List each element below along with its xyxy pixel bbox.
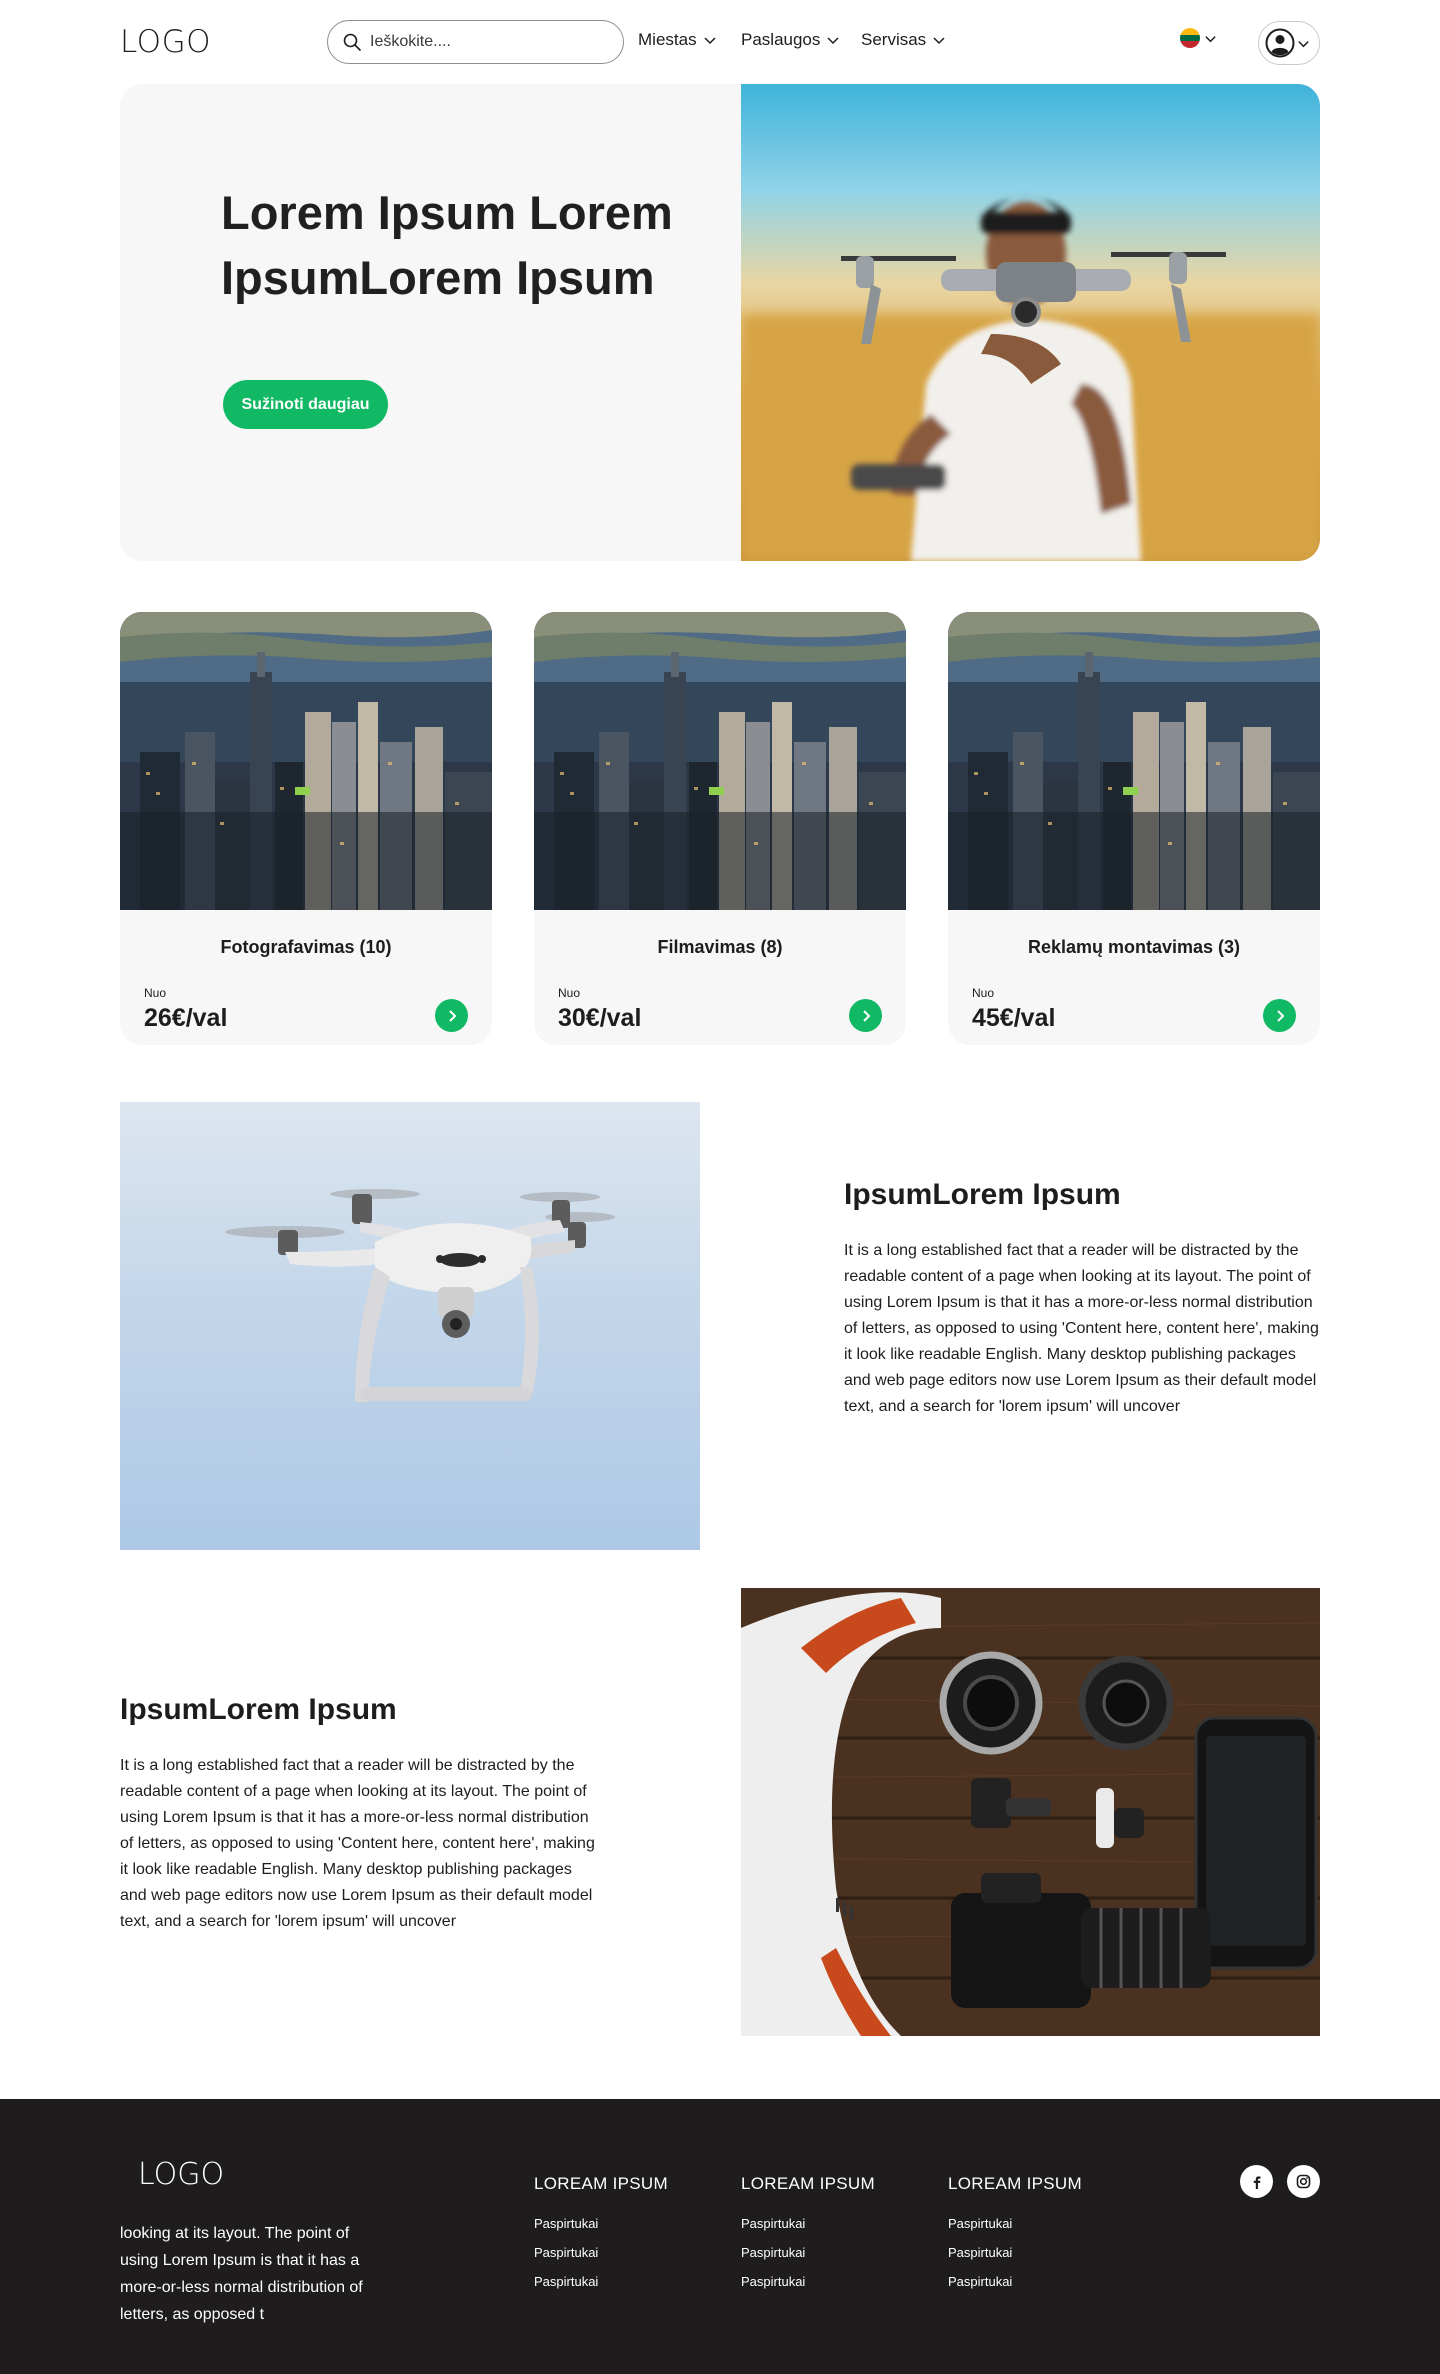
footer-column-title: LOREAM IPSUM — [741, 2174, 875, 2193]
footer-link[interactable]: Paspirtukai — [948, 2274, 1082, 2289]
chevron-right-icon — [862, 1009, 870, 1022]
service-card-ad-editing[interactable]: Reklamų montavimas (3) Nuo 45€/val — [948, 612, 1320, 1045]
hero-title: Lorem Ipsum Lorem IpsumLorem Ipsum — [221, 186, 673, 304]
card-image-city — [120, 612, 492, 910]
facebook-icon — [1253, 2175, 1260, 2189]
chevron-down-icon — [704, 37, 716, 45]
footer-logo[interactable]: LOGO — [138, 2157, 224, 2192]
feature-image-camera-gear — [741, 1588, 1320, 2036]
user-menu-button[interactable] — [1258, 21, 1320, 65]
nav-label: Servisas — [861, 30, 927, 49]
footer-column: LOREAM IPSUM Paspirtukai Paspirtukai Pas… — [534, 2174, 668, 2303]
footer-column-title: LOREAM IPSUM — [948, 2174, 1082, 2193]
search-input[interactable] — [370, 33, 610, 51]
card-title: Fotografavimas (10) — [220, 937, 392, 957]
feature-image-white-drone — [120, 1102, 700, 1550]
site-footer: LOGO looking at its layout. The point of… — [0, 2099, 1440, 2374]
learn-more-button[interactable]: Sužinoti daugiau — [223, 380, 388, 429]
service-card-filming[interactable]: Filmavimas (8) Nuo 30€/val — [534, 612, 906, 1045]
footer-column: LOREAM IPSUM Paspirtukai Paspirtukai Pas… — [948, 2174, 1082, 2303]
search-box[interactable] — [327, 20, 624, 64]
footer-link[interactable]: Paspirtukai — [948, 2245, 1082, 2260]
card-price-prefix: Nuo — [558, 986, 581, 1000]
footer-description: looking at its layout. The point of usin… — [120, 2225, 363, 2323]
logo[interactable]: LOGO — [120, 24, 211, 60]
city-skyline-image — [948, 612, 1320, 910]
user-avatar-icon — [1265, 28, 1295, 58]
footer-column-title: LOREAM IPSUM — [534, 2174, 668, 2193]
chevron-down-icon — [933, 37, 945, 45]
instagram-icon — [1296, 2174, 1311, 2189]
nav-item-paslaugos[interactable]: Paslaugos — [741, 30, 840, 50]
hero-image-drone-pilot — [741, 84, 1320, 561]
card-title: Filmavimas (8) — [657, 937, 783, 957]
nav-item-miestas[interactable]: Miestas — [638, 30, 717, 50]
card-price-prefix: Nuo — [972, 986, 995, 1000]
service-card-photography[interactable]: Fotografavimas (10) Nuo 26€/val — [120, 612, 492, 1045]
site-header: LOGO Miestas Paslaugos Servisas — [0, 0, 1440, 84]
card-arrow-button[interactable] — [1263, 999, 1296, 1032]
feature-title: IpsumLorem Ipsum — [120, 1693, 397, 1726]
card-arrow-button[interactable] — [435, 999, 468, 1032]
footer-link[interactable]: Paspirtukai — [948, 2216, 1082, 2231]
chevron-right-icon — [1276, 1009, 1284, 1022]
chevron-down-icon — [1205, 35, 1216, 42]
nav-item-servisas[interactable]: Servisas — [861, 30, 946, 50]
footer-link[interactable]: Paspirtukai — [534, 2245, 668, 2260]
language-selector[interactable] — [1180, 28, 1217, 48]
instagram-button[interactable] — [1287, 2165, 1320, 2198]
chevron-down-icon — [1298, 40, 1309, 47]
drone-pilot-illustration — [741, 196, 1320, 561]
feature-text: It is a long established fact that a rea… — [844, 1242, 1319, 1415]
footer-link[interactable]: Paspirtukai — [534, 2216, 668, 2231]
footer-link[interactable]: Paspirtukai — [741, 2274, 875, 2289]
card-image-city — [948, 612, 1320, 910]
footer-column: LOREAM IPSUM Paspirtukai Paspirtukai Pas… — [741, 2174, 875, 2303]
card-image-city — [534, 612, 906, 910]
lithuania-flag-icon — [1180, 28, 1200, 48]
footer-link[interactable]: Paspirtukai — [741, 2245, 875, 2260]
feature-title: IpsumLorem Ipsum — [844, 1178, 1121, 1211]
footer-link[interactable]: Paspirtukai — [534, 2274, 668, 2289]
chevron-down-icon — [827, 37, 839, 45]
facebook-button[interactable] — [1240, 2165, 1273, 2198]
white-drone-illustration — [225, 1189, 615, 1402]
card-arrow-button[interactable] — [849, 999, 882, 1032]
city-skyline-image — [534, 612, 906, 910]
card-price: 26€/val — [144, 1004, 228, 1032]
nav-label: Paslaugos — [741, 30, 821, 49]
card-price: 45€/val — [972, 1004, 1056, 1032]
city-skyline-image — [120, 612, 492, 910]
feature-text: It is a long established fact that a rea… — [120, 1757, 595, 1930]
chevron-right-icon — [448, 1009, 456, 1022]
card-price-prefix: Nuo — [144, 986, 167, 1000]
hero-section: Lorem Ipsum Lorem IpsumLorem Ipsum Sužin… — [120, 84, 1320, 561]
search-icon — [343, 33, 361, 51]
card-title: Reklamų montavimas (3) — [1027, 937, 1241, 957]
nav-label: Miestas — [638, 30, 697, 49]
camera-gear-illustration — [741, 1588, 1320, 2036]
footer-link[interactable]: Paspirtukai — [741, 2216, 875, 2231]
card-price: 30€/val — [558, 1004, 642, 1032]
